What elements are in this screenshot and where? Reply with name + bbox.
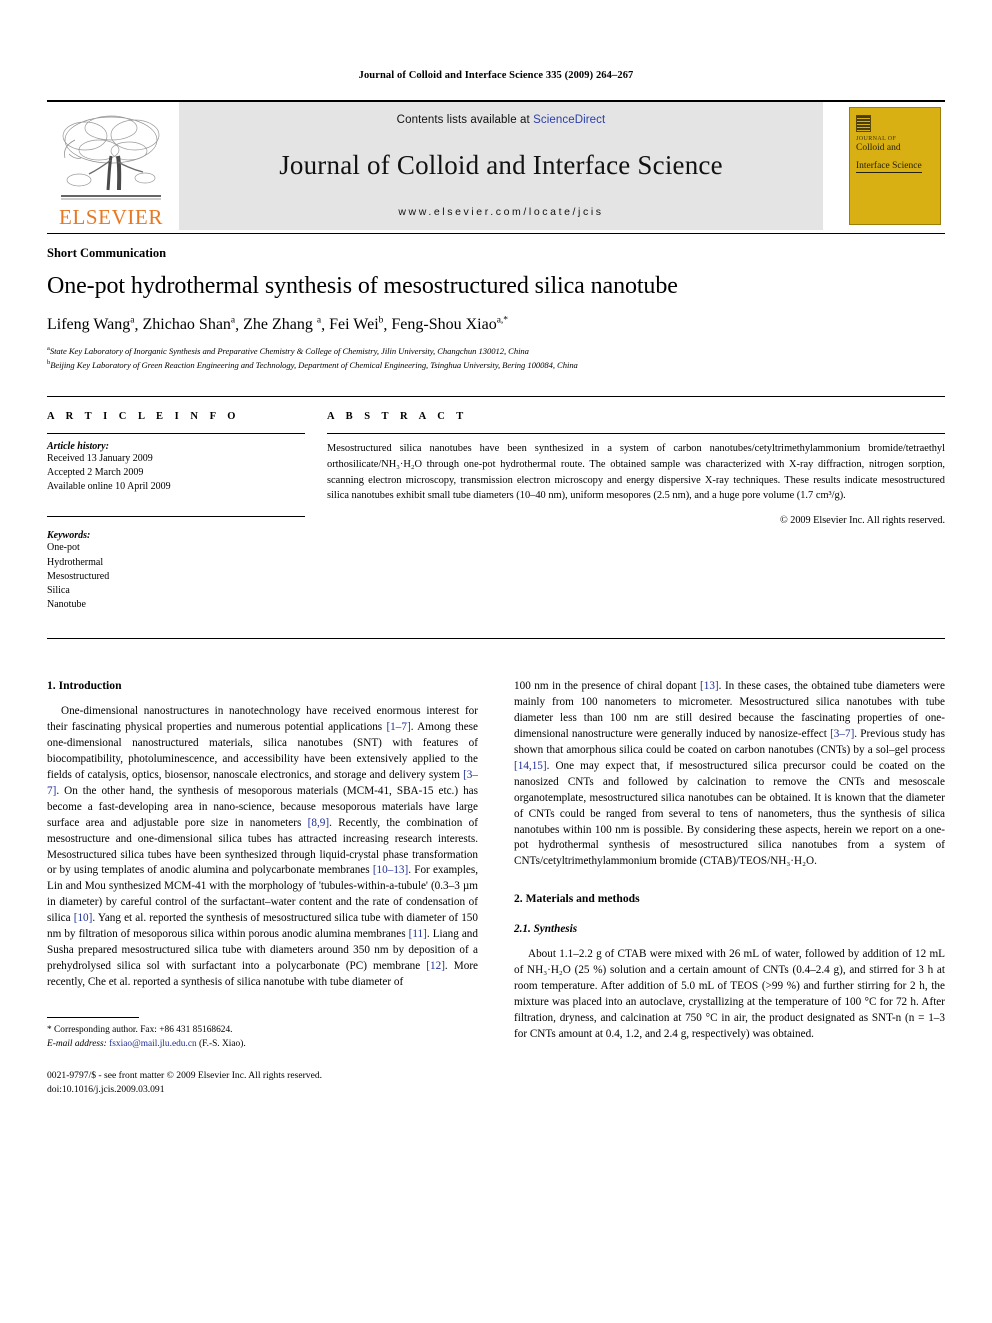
abstract-rule (327, 432, 945, 434)
journal-title: Journal of Colloid and Interface Science (279, 149, 723, 180)
author-item: Fei Weib (329, 316, 383, 333)
elsevier-logo: ELSEVIER (47, 102, 175, 230)
author-affil-marker: a (130, 316, 135, 327)
footnote-rule (47, 1016, 139, 1018)
sciencedirect-link[interactable]: ScienceDirect (533, 114, 605, 126)
author-item: Zhichao Shana (143, 316, 236, 333)
corresponding-author-note: * Corresponding author. Fax: +86 431 851… (47, 1023, 478, 1037)
body-right-column: 100 nm in the presence of chiral dopant … (514, 679, 945, 1096)
author-name: Fei Wei (329, 316, 379, 334)
author-affil-marker: a,* (496, 316, 509, 327)
right-text-d: . One may expect that, if mesostructured… (514, 759, 945, 868)
author-affil-marker: b (378, 316, 384, 327)
author-name: Lifeng Wang (47, 316, 131, 334)
author-item: Feng-Shou Xiaoa,* (391, 316, 508, 333)
email-suffix: (F.-S. Xiao). (199, 1038, 246, 1049)
email-link[interactable]: fsxiao@mail.jlu.edu.cn (109, 1039, 197, 1049)
body-two-columns: 1. Introduction One-dimensional nanostru… (47, 679, 945, 1096)
article-info-heading: A R T I C L E I N F O (47, 410, 240, 422)
abstract-heading: A B S T R A C T (327, 410, 468, 422)
contents-available-line: Contents lists available at ScienceDirec… (397, 114, 606, 126)
citation-link[interactable]: [12] (426, 960, 445, 972)
journal-banner: Contents lists available at ScienceDirec… (179, 102, 823, 230)
subsection-heading-synthesis: 2.1. Synthesis (514, 923, 578, 936)
affiliation-text: State Key Laboratory of Inorganic Synthe… (49, 346, 529, 357)
author-item: Zhe Zhang a (243, 316, 321, 333)
cover-emblem-icon (856, 115, 871, 132)
elsevier-tree-icon (55, 110, 167, 206)
journal-cover-thumbnail: JOURNAL OF Colloid and Interface Science (845, 102, 945, 230)
email-label: E-mail address: (47, 1038, 107, 1049)
author-item: Lifeng Wanga (47, 316, 135, 333)
journal-cover-art: JOURNAL OF Colloid and Interface Science (849, 107, 941, 225)
paper-page: Journal of Colloid and Interface Science… (0, 0, 992, 1323)
affiliation-list: aState Key Laboratory of Inorganic Synth… (47, 344, 945, 372)
citation-link[interactable]: [10] (74, 912, 93, 924)
keyword-item: Hydrothermal (47, 556, 104, 568)
affiliation-item: aState Key Laboratory of Inorganic Synth… (47, 344, 945, 358)
imprint-front-matter: 0021-9797/$ - see front matter © 2009 El… (47, 1069, 323, 1081)
keyword-item: Silica (47, 585, 70, 597)
imprint-block: 0021-9797/$ - see front matter © 2009 El… (47, 1069, 478, 1097)
author-name: Feng-Shou Xiao (391, 316, 497, 334)
abstract-copyright: © 2009 Elsevier Inc. All rights reserved… (779, 515, 945, 527)
citation-link[interactable]: [1–7] (386, 721, 410, 733)
article-info-rule (47, 432, 305, 434)
affiliation-item: bBeijing Key Laboratory of Green Reactio… (47, 358, 945, 372)
masthead-bottom-rule (47, 233, 945, 234)
footnote-marker: * (47, 1024, 52, 1035)
article-title: One-pot hydrothermal synthesis of mesost… (47, 273, 678, 299)
citation-link[interactable]: [13] (700, 680, 719, 692)
cover-line-colloid: Colloid and (856, 143, 901, 153)
journal-masthead: ELSEVIER Contents lists available at Sci… (47, 100, 945, 230)
article-info-column: A R T I C L E I N F O Article history: R… (47, 411, 305, 613)
journal-url[interactable]: www.elsevier.com/locate/jcis (398, 206, 603, 218)
keywords-title: Keywords: (47, 530, 91, 542)
article-history-online: Available online 10 April 2009 (47, 481, 171, 493)
contents-prefix-label: Contents lists available at (396, 114, 534, 126)
info-abstract-block: A R T I C L E I N F O Article history: R… (47, 395, 945, 613)
citation-link[interactable]: [14,15] (514, 760, 547, 772)
imprint-doi[interactable]: doi:10.1016/j.jcis.2009.03.091 (47, 1083, 478, 1097)
citation-link[interactable]: [11] (409, 928, 427, 940)
section-heading-materials-and-methods: 2. Materials and methods (514, 892, 640, 906)
author-list: Lifeng Wanga, Zhichao Shana, Zhe Zhang a… (47, 316, 509, 334)
author-affil-marker: a (316, 316, 322, 327)
cover-line-journal-of: JOURNAL OF (856, 136, 897, 142)
article-history-received: Received 13 January 2009 (47, 452, 153, 464)
article-history-accepted: Accepted 2 March 2009 (47, 467, 144, 479)
footnote-block: * Corresponding author. Fax: +86 431 851… (47, 1013, 478, 1097)
cover-line-interface-science: Interface Science (856, 161, 922, 174)
keywords-block: Keywords: One-pot Hydrothermal Mesostruc… (47, 516, 305, 612)
running-head: Journal of Colloid and Interface Science… (358, 70, 634, 81)
author-name: Zhe Zhang (243, 316, 313, 334)
email-note: E-mail address: fsxiao@mail.jlu.edu.cn (… (47, 1037, 478, 1051)
info-block-bottom-rule (47, 638, 945, 640)
intro-paragraph: One-dimensional nanostructures in nanote… (47, 704, 478, 990)
right-text-a: 100 nm in the presence of chiral dopant (514, 680, 700, 693)
abstract-column: A B S T R A C T Mesostructured silica na… (327, 411, 945, 613)
article-history-title: Article history: (47, 440, 109, 452)
section-heading-introduction: 1. Introduction (47, 679, 122, 693)
keyword-item: Mesostructured (47, 570, 110, 582)
synthesis-paragraph: About 1.1–2.2 g of CTAB were mixed with … (514, 948, 945, 1040)
body-left-column: 1. Introduction One-dimensional nanostru… (47, 679, 478, 1096)
article-type-label: Short Communication (47, 246, 167, 260)
keyword-item: One-pot (47, 542, 80, 554)
author-affil-marker: a (230, 316, 236, 327)
author-name: Zhichao Shan (142, 316, 231, 334)
citation-link[interactable]: [10–13] (373, 864, 408, 876)
elsevier-wordmark: ELSEVIER (59, 205, 163, 229)
affiliation-text: Beijing Key Laboratory of Green Reaction… (50, 360, 578, 371)
corresponding-author-text: Corresponding author. Fax: +86 431 85168… (54, 1024, 233, 1035)
citation-link[interactable]: [3–7] (830, 728, 854, 740)
intro-paragraph-continued: 100 nm in the presence of chiral dopant … (514, 679, 945, 870)
citation-link[interactable]: [8,9] (308, 817, 329, 829)
abstract-text: Mesostructured silica nanotubes have bee… (327, 442, 945, 502)
keyword-item: Nanotube (47, 599, 86, 611)
